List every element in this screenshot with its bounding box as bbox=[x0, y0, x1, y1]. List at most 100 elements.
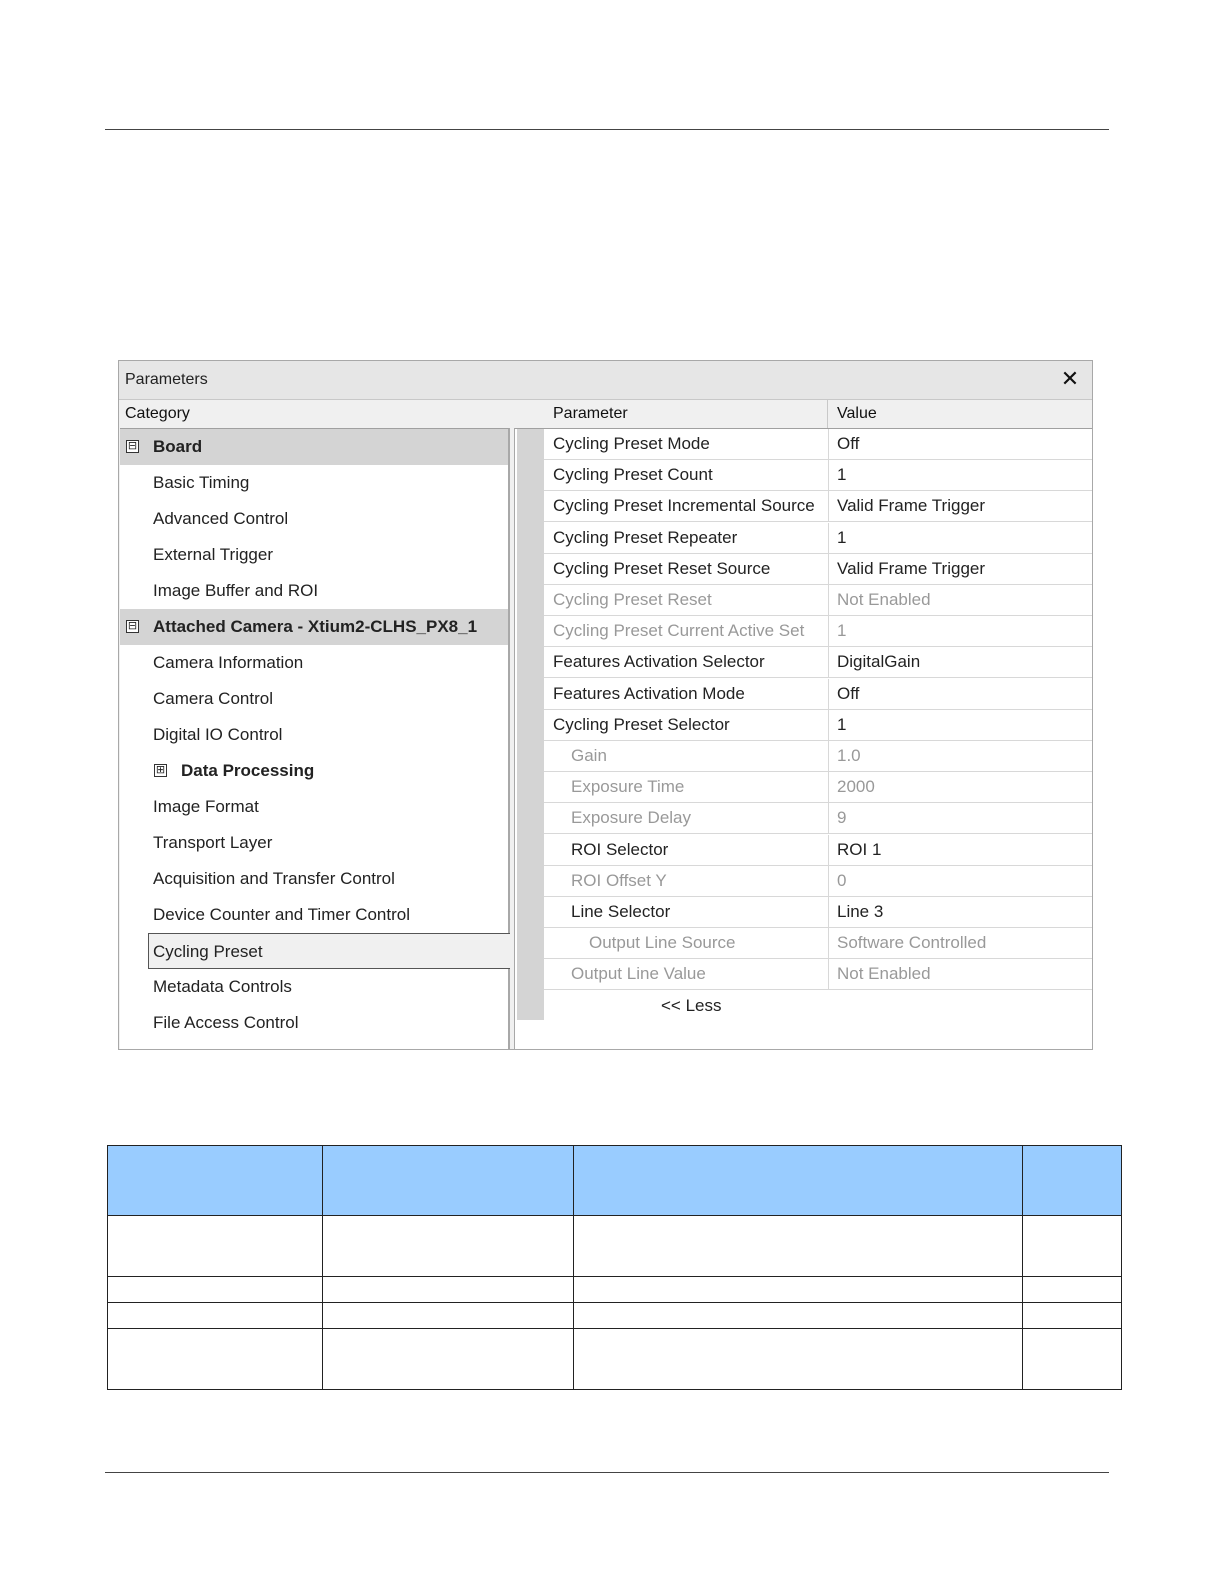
tree-item-data-processing[interactable]: ⊞ Data Processing bbox=[120, 753, 508, 789]
tree-item-label: Data Processing bbox=[181, 761, 315, 780]
tree-item-label: Acquisition and Transfer Control bbox=[153, 869, 395, 888]
parameter-value[interactable]: Off bbox=[837, 434, 859, 454]
window-titlebar[interactable]: Parameters ✕ bbox=[119, 361, 1092, 400]
table-cell bbox=[107, 1302, 323, 1329]
tree-item-basic-timing[interactable]: Basic Timing bbox=[120, 465, 508, 501]
parameter-name: Exposure Delay bbox=[571, 808, 692, 828]
tree-item-acquisition-and-transfer-control[interactable]: Acquisition and Transfer Control bbox=[120, 861, 508, 897]
tree-item-camera-control[interactable]: Camera Control bbox=[120, 681, 508, 717]
grid-row-cycling-preset-reset[interactable]: Cycling Preset Reset Not Enabled bbox=[544, 585, 1092, 616]
tree-item-image-buffer-and-roi[interactable]: Image Buffer and ROI bbox=[120, 573, 508, 609]
tree-item-transport-layer[interactable]: Transport Layer bbox=[120, 825, 508, 861]
grid-row-roi-selector[interactable]: ROI Selector ROI 1 bbox=[544, 834, 1092, 866]
table-cell bbox=[573, 1328, 1023, 1390]
parameter-name: Cycling Preset Incremental Source bbox=[553, 496, 815, 516]
tree-item-image-format[interactable]: Image Format bbox=[120, 789, 508, 825]
grid-row-cycling-preset-selector[interactable]: Cycling Preset Selector 1 bbox=[544, 709, 1092, 741]
table-row bbox=[107, 1328, 1122, 1390]
column-divider bbox=[828, 803, 829, 834]
close-icon[interactable]: ✕ bbox=[1058, 367, 1082, 391]
tree-item-board[interactable]: ⊟ Board bbox=[120, 429, 508, 465]
grid-row-cycling-preset-mode[interactable]: Cycling Preset Mode Off bbox=[544, 429, 1092, 460]
grid-row-cycling-preset-current-active-set[interactable]: Cycling Preset Current Active Set 1 bbox=[544, 616, 1092, 648]
parameter-value[interactable]: 1 bbox=[837, 528, 846, 548]
table-cell bbox=[1022, 1328, 1122, 1390]
tree-item-label: File Access Control bbox=[153, 1013, 299, 1032]
column-divider bbox=[828, 429, 829, 459]
column-divider bbox=[828, 865, 829, 896]
grid-row-exposure-delay[interactable]: Exposure Delay 9 bbox=[544, 803, 1092, 835]
parameter-value[interactable]: 1 bbox=[837, 465, 846, 485]
column-divider bbox=[828, 678, 829, 709]
parameters-window: Parameters ✕ Category Parameter Value ⊟ B… bbox=[118, 360, 1093, 1050]
grid-row-roi-offset-y[interactable]: ROI Offset Y 0 bbox=[544, 865, 1092, 897]
table-cell bbox=[107, 1328, 323, 1390]
grid-row-cycling-preset-count[interactable]: Cycling Preset Count 1 bbox=[544, 460, 1092, 492]
grid-row-output-line-value[interactable]: Output Line Value Not Enabled bbox=[544, 959, 1092, 991]
parameter-value: 9 bbox=[837, 808, 847, 828]
parameter-value[interactable]: 1 bbox=[837, 715, 846, 735]
tree-item-label: Digital IO Control bbox=[153, 725, 283, 744]
collapse-icon[interactable]: ⊟ bbox=[126, 620, 139, 633]
parameter-name: Cycling Preset Current Active Set bbox=[553, 621, 805, 641]
table-cell bbox=[573, 1276, 1023, 1303]
grid-row-cycling-preset-reset-source[interactable]: Cycling Preset Reset Source Valid Frame T… bbox=[544, 553, 1092, 585]
parameter-value[interactable]: Valid Frame Trigger bbox=[837, 559, 985, 579]
collapse-icon[interactable]: ⊟ bbox=[126, 440, 139, 453]
parameter-value[interactable]: DigitalGain bbox=[837, 652, 920, 672]
column-divider bbox=[828, 897, 829, 927]
value-header-label: Value bbox=[837, 405, 877, 422]
tree-item-label: Board bbox=[153, 437, 203, 456]
tree-item-camera-information[interactable]: Camera Information bbox=[120, 645, 508, 681]
parameter-name: Cycling Preset Mode bbox=[553, 434, 710, 453]
tree-item-file-access-control[interactable]: File Access Control bbox=[120, 1005, 508, 1041]
grid-row-features-activation-selector[interactable]: Features Activation Selector DigitalGain bbox=[544, 647, 1092, 679]
grid-gutter bbox=[517, 429, 544, 1020]
grid-row-features-activation-mode[interactable]: Features Activation Mode Off bbox=[544, 678, 1092, 710]
table-cell bbox=[107, 1276, 323, 1303]
grid-row-exposure-time[interactable]: Exposure Time 2000 bbox=[544, 772, 1092, 804]
parameter-value[interactable]: Valid Frame Trigger bbox=[837, 496, 985, 516]
parameter-value[interactable]: ROI 1 bbox=[837, 840, 881, 860]
tree-item-label: Attached Camera - Xtium2-CLHS_PX8_1 bbox=[153, 617, 478, 636]
table-cell bbox=[573, 1145, 1023, 1216]
parameter-value: 1.0 bbox=[837, 746, 861, 765]
table-cell bbox=[107, 1145, 323, 1216]
tree-item-label: Image Buffer and ROI bbox=[153, 581, 319, 600]
parameter-grid[interactable]: << Less Cycling Preset Mode Off Cycling Pr… bbox=[514, 428, 1092, 1049]
grid-row-cycling-preset-repeater[interactable]: Cycling Preset Repeater 1 bbox=[544, 522, 1092, 554]
header-column-divider bbox=[827, 400, 828, 428]
tree-item-digital-io-control[interactable]: Digital IO Control bbox=[120, 717, 508, 753]
tree-item-advanced-control[interactable]: Advanced Control bbox=[120, 501, 508, 537]
table-cell bbox=[322, 1145, 574, 1216]
parameter-value[interactable]: Line 3 bbox=[837, 902, 883, 922]
parameter-name: ROI Selector bbox=[571, 839, 669, 859]
tree-item-external-trigger[interactable]: External Trigger bbox=[120, 537, 508, 573]
column-divider bbox=[828, 522, 829, 553]
tree-item-cycling-preset[interactable]: Cycling Preset bbox=[148, 933, 510, 969]
header-rule bbox=[105, 129, 1109, 130]
tree-item-attached-camera-xtium2-clhs-px8-1[interactable]: ⊟ Attached Camera - Xtium2-CLHS_PX8_1 bbox=[120, 609, 508, 645]
grid-row-line-selector[interactable]: Line Selector Line 3 bbox=[544, 897, 1092, 928]
tree-item-device-counter-and-timer-control[interactable]: Device Counter and Timer Control bbox=[120, 897, 508, 933]
table-cell bbox=[1022, 1276, 1122, 1303]
window-title: Parameters bbox=[125, 371, 208, 388]
column-divider bbox=[828, 585, 829, 615]
parameter-name: Cycling Preset Repeater bbox=[553, 527, 738, 547]
tree-item-label: Basic Timing bbox=[153, 473, 250, 492]
category-tree[interactable]: ⊟ Board Basic Timing Advanced Control Extern… bbox=[120, 428, 510, 1049]
column-divider bbox=[828, 959, 829, 990]
table-cell bbox=[1022, 1215, 1122, 1277]
tree-item-label: Image Format bbox=[153, 797, 259, 816]
expand-icon[interactable]: ⊞ bbox=[154, 764, 167, 777]
grid-row-gain[interactable]: Gain 1.0 bbox=[544, 741, 1092, 772]
less-button[interactable]: << Less bbox=[661, 996, 722, 1016]
tree-item-label: Advanced Control bbox=[153, 509, 289, 528]
grid-row-output-line-source[interactable]: Output Line Source Software Controlled bbox=[544, 928, 1092, 960]
parameter-value[interactable]: Off bbox=[837, 684, 859, 704]
parameter-name: Exposure Time bbox=[571, 777, 685, 797]
table-row bbox=[107, 1215, 1122, 1277]
tree-item-metadata-controls[interactable]: Metadata Controls bbox=[120, 969, 508, 1005]
tree-item-label: Device Counter and Timer Control bbox=[153, 905, 411, 924]
grid-row-cycling-preset-incremental-source[interactable]: Cycling Preset Incremental Source Valid F… bbox=[544, 491, 1092, 523]
